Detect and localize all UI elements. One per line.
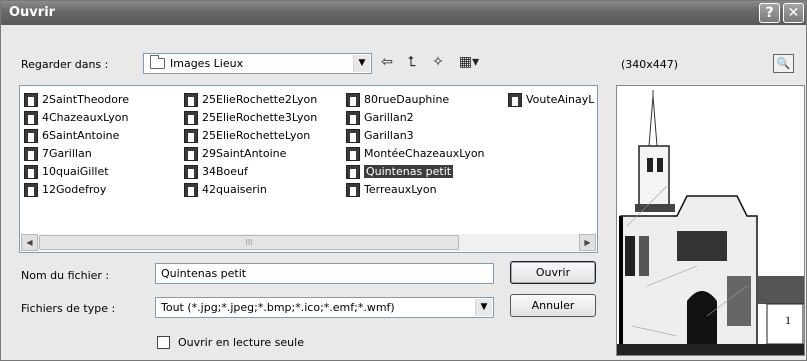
cancel-button[interactable]: Annuler [510, 294, 596, 317]
file-item[interactable]: 6SaintAntoine [23, 127, 129, 145]
file-item[interactable]: 25ElieRochette2Lyon [183, 91, 317, 109]
image-file-icon [184, 147, 198, 161]
file-item[interactable]: Garillan3 [345, 127, 485, 145]
file-name: VouteAinayL [526, 93, 595, 106]
file-column-3: 80rueDauphine Garillan2 Garillan3 MontéeCha… [345, 91, 485, 199]
file-item[interactable]: VouteAinayL [507, 91, 594, 109]
file-item[interactable]: TerreauxLyon [345, 181, 485, 199]
filetype-combo[interactable]: Tout (*.jpg;*.jpeg;*.bmp;*.ico;*.emf;*.w… [155, 297, 494, 318]
file-column-1: 2SaintTheodore 4ChazeauxLyon 6SaintAntoine… [23, 91, 129, 199]
file-name: 25ElieRochetteLyon [202, 129, 311, 142]
image-file-icon [184, 111, 198, 125]
preview-zoom-icon[interactable]: 🔍 [773, 54, 794, 73]
file-item[interactable]: MontéeChazeauxLyon [345, 145, 485, 163]
file-name: 34Boeuf [202, 165, 248, 178]
image-file-icon [346, 147, 360, 161]
file-name: 2SaintTheodore [42, 93, 130, 106]
back-arrow-icon[interactable]: ⇦ [377, 53, 397, 71]
title-bar[interactable]: Ouvrir ? ✕ [1, 1, 806, 25]
lookin-combo[interactable]: Images Lieux ▼ [143, 53, 372, 74]
file-name: 4ChazeauxLyon [42, 111, 129, 124]
file-name: 6SaintAntoine [42, 129, 120, 142]
up-folder-icon[interactable]: ⮤ [402, 53, 422, 71]
file-item[interactable]: 42quaiserin [183, 181, 317, 199]
image-file-icon [346, 93, 360, 107]
image-file-icon [346, 165, 360, 179]
file-list[interactable]: 2SaintTheodore 4ChazeauxLyon 6SaintAntoine… [19, 85, 598, 253]
image-file-icon [24, 93, 38, 107]
image-file-icon [184, 93, 198, 107]
open-button[interactable]: Ouvrir [510, 261, 596, 284]
image-file-icon [184, 129, 198, 143]
image-file-icon [24, 111, 38, 125]
file-name: 12Godefroy [42, 183, 107, 196]
view-menu-icon[interactable]: ▦▾ [456, 53, 482, 71]
file-item[interactable]: 29SaintAntoine [183, 145, 317, 163]
image-file-icon [24, 165, 38, 179]
file-name: 10quaiGillet [42, 165, 109, 178]
file-item[interactable]: Quintenas petit [345, 163, 485, 181]
help-button[interactable]: ? [759, 3, 780, 23]
file-name: 25ElieRochette2Lyon [202, 93, 318, 106]
file-name: TerreauxLyon [364, 183, 437, 196]
file-name: 29SaintAntoine [202, 147, 287, 160]
file-item[interactable]: 80rueDauphine [345, 91, 485, 109]
open-dialog: Ouvrir ? ✕ Regarder dans : Images Lieux … [0, 0, 807, 361]
filetype-label: Fichiers de type : [21, 302, 116, 315]
image-file-icon [508, 93, 522, 107]
file-item[interactable]: 7Garillan [23, 145, 129, 163]
image-file-icon [346, 129, 360, 143]
filename-input[interactable]: Quintenas petit [155, 263, 494, 284]
preview-dimensions: (340x447) [621, 58, 679, 71]
file-item[interactable]: 2SaintTheodore [23, 91, 129, 109]
chevron-down-icon[interactable]: ▼ [475, 299, 492, 316]
file-item[interactable]: 25ElieRochetteLyon [183, 127, 317, 145]
file-name: Quintenas petit [364, 165, 454, 178]
file-column-4: VouteAinayL [507, 91, 594, 109]
file-item[interactable]: Garillan2 [345, 109, 485, 127]
file-item[interactable]: 25ElieRochette3Lyon [183, 109, 317, 127]
file-name: MontéeChazeauxLyon [364, 147, 485, 160]
close-button[interactable]: ✕ [783, 3, 804, 23]
image-file-icon [346, 111, 360, 125]
filename-label: Nom du fichier : [21, 269, 110, 282]
file-name: 7Garillan [42, 147, 92, 160]
image-file-icon [346, 183, 360, 197]
file-item[interactable]: 10quaiGillet [23, 163, 129, 181]
file-name: 80rueDauphine [364, 93, 450, 106]
horizontal-scrollbar[interactable]: ◀ III ▶ [21, 234, 596, 251]
church-sketch: 1 [617, 86, 804, 355]
readonly-label[interactable]: Ouvrir en lecture seule [178, 336, 304, 349]
sketch-number: 1 [785, 313, 791, 327]
image-file-icon [24, 147, 38, 161]
window-title: Ouvrir [9, 5, 56, 20]
file-column-2: 25ElieRochette2Lyon 25ElieRochette3Lyon 25… [183, 91, 317, 199]
folder-icon [150, 55, 165, 69]
file-item[interactable]: 34Boeuf [183, 163, 317, 181]
scroll-thumb[interactable]: III [39, 235, 459, 250]
readonly-checkbox[interactable] [157, 336, 170, 349]
image-file-icon [184, 183, 198, 197]
image-file-icon [24, 129, 38, 143]
new-folder-icon[interactable]: ✧ [428, 53, 448, 71]
file-name: Garillan3 [364, 129, 414, 142]
scroll-right-icon[interactable]: ▶ [579, 234, 596, 251]
file-name: Garillan2 [364, 111, 414, 124]
file-name: 42quaiserin [202, 183, 267, 196]
lookin-label: Regarder dans : [21, 58, 109, 71]
chevron-down-icon[interactable]: ▼ [353, 55, 370, 72]
scroll-left-icon[interactable]: ◀ [21, 234, 38, 251]
file-name: 25ElieRochette3Lyon [202, 111, 318, 124]
filetype-value: Tout (*.jpg;*.jpeg;*.bmp;*.ico;*.emf;*.w… [161, 301, 395, 314]
preview-image: 1 [616, 85, 805, 356]
lookin-value: Images Lieux [170, 57, 244, 70]
image-file-icon [24, 183, 38, 197]
file-item[interactable]: 12Godefroy [23, 181, 129, 199]
file-item[interactable]: 4ChazeauxLyon [23, 109, 129, 127]
image-file-icon [184, 165, 198, 179]
